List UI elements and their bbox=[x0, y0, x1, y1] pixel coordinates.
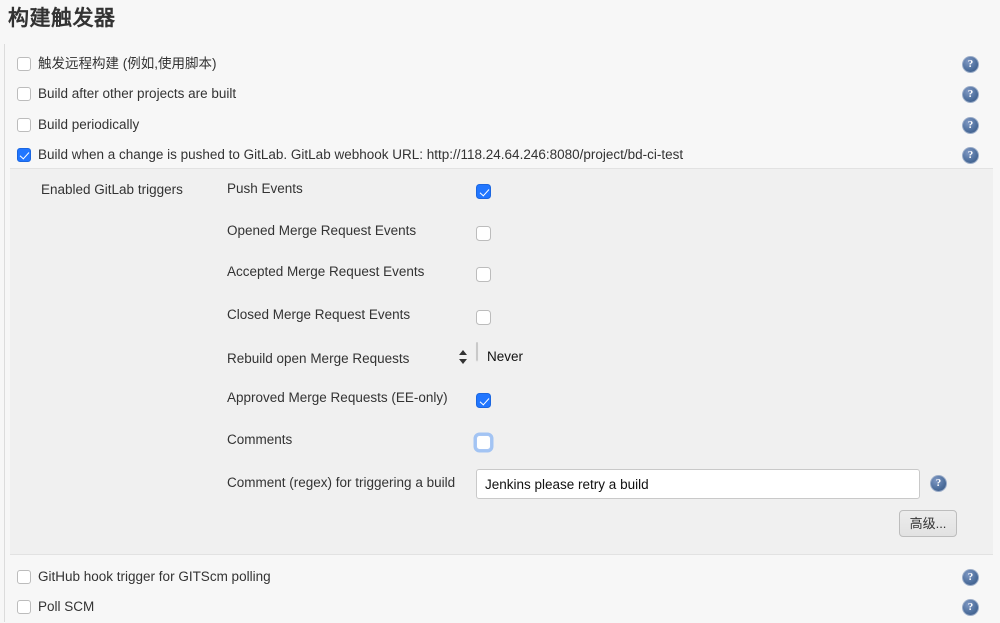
trigger-label-poll-scm: Poll SCM bbox=[38, 595, 94, 619]
row-comments: Comments bbox=[10, 432, 993, 473]
label-accepted-merge-request-events: Accepted Merge Request Events bbox=[227, 264, 679, 279]
row-approved-merge-requests: Approved Merge Requests (EE-only) bbox=[10, 390, 993, 431]
checkbox-approved-merge-requests[interactable] bbox=[476, 393, 491, 408]
label-push-events: Push Events bbox=[227, 181, 679, 196]
gitlab-triggers-panel: Enabled GitLab triggers Push Events Open… bbox=[10, 168, 993, 555]
row-push-events: Push Events bbox=[10, 181, 993, 222]
build-triggers-section: 触发远程构建 (例如,使用脚本) ? Build after other pro… bbox=[4, 44, 1000, 622]
trigger-label-after-other-projects: Build after other projects are built bbox=[38, 82, 236, 106]
trigger-label-github-hook: GitHub hook trigger for GITScm polling bbox=[38, 565, 271, 589]
comment-regex-input[interactable] bbox=[476, 469, 920, 499]
label-opened-merge-request-events: Opened Merge Request Events bbox=[227, 223, 679, 238]
label-closed-merge-request-events: Closed Merge Request Events bbox=[227, 307, 679, 322]
row-accepted-merge-request-events: Accepted Merge Request Events bbox=[10, 264, 993, 305]
trigger-label-gitlab-push: Build when a change is pushed to GitLab.… bbox=[38, 143, 683, 167]
page-title: 构建触发器 bbox=[8, 2, 116, 32]
row-rebuild-open-merge-requests: Rebuild open Merge Requests Never bbox=[10, 345, 993, 386]
checkbox-after-other-projects[interactable] bbox=[17, 87, 31, 101]
checkbox-poll-scm[interactable] bbox=[17, 600, 31, 614]
help-icon-remote-build[interactable]: ? bbox=[962, 56, 979, 73]
help-icon-gitlab-push[interactable]: ? bbox=[962, 147, 979, 164]
help-icon-github-hook[interactable]: ? bbox=[962, 569, 979, 586]
label-approved-merge-requests: Approved Merge Requests (EE-only) bbox=[227, 390, 679, 405]
trigger-row-github-hook[interactable]: GitHub hook trigger for GITScm polling ? bbox=[5, 563, 1000, 593]
checkbox-closed-merge-request-events[interactable] bbox=[476, 310, 491, 325]
trigger-row-remote-build[interactable]: 触发远程构建 (例如,使用脚本) ? bbox=[5, 50, 1000, 80]
row-comment-regex: Comment (regex) for triggering a build ? bbox=[10, 469, 993, 510]
row-opened-merge-request-events: Opened Merge Request Events bbox=[10, 223, 993, 264]
label-rebuild-open-merge-requests: Rebuild open Merge Requests bbox=[227, 351, 679, 366]
trigger-row-gitlab-push[interactable]: Build when a change is pushed to GitLab.… bbox=[5, 141, 1000, 171]
checkbox-remote-build[interactable] bbox=[17, 57, 31, 71]
checkbox-push-events[interactable] bbox=[476, 184, 491, 199]
checkbox-opened-merge-request-events[interactable] bbox=[476, 226, 491, 241]
checkbox-gitlab-push[interactable] bbox=[17, 148, 31, 162]
help-icon-after-other-projects[interactable]: ? bbox=[962, 86, 979, 103]
help-icon-comment-regex[interactable]: ? bbox=[930, 475, 947, 492]
trigger-row-after-other-projects[interactable]: Build after other projects are built ? bbox=[5, 80, 1000, 110]
checkbox-build-periodically[interactable] bbox=[17, 118, 31, 132]
help-icon-poll-scm[interactable]: ? bbox=[962, 599, 979, 616]
input-wrapper-comment-regex bbox=[476, 469, 920, 499]
trigger-label-remote-build: 触发远程构建 (例如,使用脚本) bbox=[38, 52, 217, 76]
checkbox-comments[interactable] bbox=[476, 435, 491, 450]
advanced-button[interactable]: 高级... bbox=[899, 510, 957, 537]
checkbox-github-hook[interactable] bbox=[17, 570, 31, 584]
select-rebuild-open-merge-requests[interactable]: Never bbox=[476, 343, 478, 361]
checkbox-accepted-merge-request-events[interactable] bbox=[476, 267, 491, 282]
trigger-row-build-periodically[interactable]: Build periodically ? bbox=[5, 111, 1000, 141]
chevron-updown-icon bbox=[459, 343, 468, 371]
trigger-row-poll-scm[interactable]: Poll SCM ? bbox=[5, 593, 1000, 623]
help-icon-build-periodically[interactable]: ? bbox=[962, 117, 979, 134]
label-comments: Comments bbox=[227, 432, 679, 447]
select-value-rebuild-open-merge-requests: Never bbox=[487, 343, 523, 371]
trigger-label-build-periodically: Build periodically bbox=[38, 113, 139, 137]
row-closed-merge-request-events: Closed Merge Request Events bbox=[10, 307, 993, 348]
